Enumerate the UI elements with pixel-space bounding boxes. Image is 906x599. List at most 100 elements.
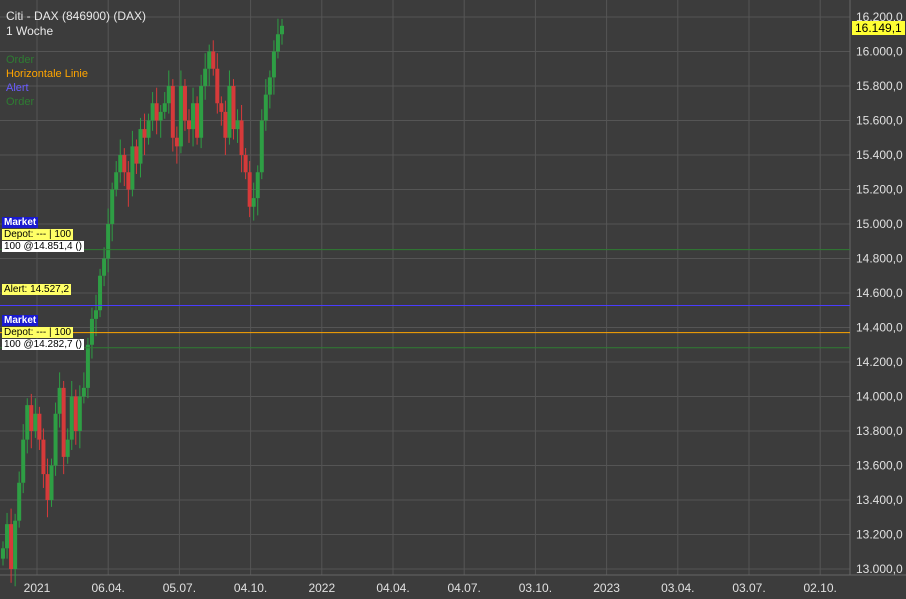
y-tick-label: 14.600,0 (856, 286, 903, 300)
candle-body (49, 465, 54, 500)
y-tick-label: 14.800,0 (856, 252, 903, 266)
candle-body (199, 86, 204, 138)
y-tick-label: 15.200,0 (856, 183, 903, 197)
candle-body (243, 155, 248, 173)
candle-body (247, 172, 252, 207)
candle-body (174, 137, 179, 147)
candle-body (142, 129, 147, 138)
legend-order-2[interactable]: Order (6, 96, 34, 108)
candle-body (207, 51, 212, 69)
candle-body (61, 387, 66, 457)
candle-body (195, 103, 200, 138)
candle-body (118, 155, 123, 173)
order-2-market-tag[interactable]: Market (2, 315, 39, 326)
candle-body (130, 146, 135, 190)
x-tick-label: 06.04. (92, 581, 125, 595)
candle-body (219, 103, 224, 112)
candle-body (223, 111, 228, 138)
x-tick-label: 04.07. (448, 581, 481, 595)
alert-tag[interactable]: Alert: 14.527,2 (2, 284, 72, 295)
y-axis: 16.200,016.000,015.800,015.600,015.400,0… (856, 10, 903, 576)
candle-body (259, 120, 264, 173)
candles (1, 18, 284, 587)
candle-body (29, 405, 34, 431)
candle-body (162, 103, 167, 112)
candle-body (106, 224, 111, 259)
y-tick-label: 16.000,0 (856, 45, 903, 59)
y-tick-label: 14.000,0 (856, 390, 903, 404)
candle-body (203, 68, 208, 86)
chart-title: Citi - DAX (846900) (DAX) (6, 9, 147, 23)
candle-body (126, 172, 131, 190)
candle-body (187, 120, 191, 130)
candle-body (138, 129, 143, 164)
y-tick-label: 15.800,0 (856, 79, 903, 93)
candle-body (5, 524, 10, 549)
candle-body (102, 258, 107, 276)
candle-body (227, 86, 232, 138)
x-tick-label: 03.07. (732, 581, 765, 595)
legend-alert[interactable]: Alert (6, 82, 29, 94)
legend-horizontal-line[interactable]: Horizontale Linie (6, 68, 88, 80)
candle-body (122, 155, 127, 173)
grid (0, 0, 906, 576)
y-tick-label: 13.400,0 (856, 493, 903, 507)
y-tick-label: 13.000,0 (856, 562, 903, 576)
candle-body (280, 25, 284, 35)
candle-body (170, 86, 175, 138)
candle-body (255, 172, 260, 199)
y-tick-label: 15.000,0 (856, 217, 903, 231)
candle-body (89, 318, 94, 345)
candle-body (178, 86, 183, 147)
x-tick-label: 02.10. (804, 581, 837, 595)
y-tick-label: 14.200,0 (856, 355, 903, 369)
candle-body (134, 146, 139, 164)
x-tick-label: 05.07. (163, 581, 196, 595)
legend-order[interactable]: Order (6, 54, 34, 66)
candle-body (17, 482, 22, 521)
candle-body (21, 439, 26, 483)
y-tick-label: 13.600,0 (856, 459, 903, 473)
y-tick-label: 15.400,0 (856, 148, 903, 162)
candle-body (146, 120, 151, 138)
y-tick-label: 13.800,0 (856, 424, 903, 438)
candle-body (235, 120, 240, 130)
x-tick-label: 2021 (24, 581, 51, 595)
candle-body (215, 68, 220, 104)
candle-body (65, 439, 70, 457)
candle-body (33, 413, 38, 431)
candle-body (9, 524, 14, 569)
candle-body (45, 474, 50, 500)
candle-body (41, 439, 46, 475)
chart-period: 1 Woche (6, 24, 54, 38)
candle-body (150, 103, 155, 121)
candle-body (57, 387, 62, 414)
candle-body (267, 77, 272, 95)
y-tick-label: 14.400,0 (856, 321, 903, 335)
candle-body (69, 396, 74, 440)
candle-body (110, 189, 115, 224)
order-2-order-tag[interactable]: 100 @14.282,7 () (2, 339, 84, 350)
candle-body (154, 103, 159, 121)
x-tick-label: 2023 (593, 581, 620, 595)
candle-body (114, 172, 119, 190)
order-1-order-tag[interactable]: 100 @14.851,4 () (2, 241, 84, 252)
x-tick-label: 04.04. (376, 581, 409, 595)
x-tick-label: 04.10. (234, 581, 267, 595)
candle-body (182, 86, 187, 121)
candle-body (263, 94, 268, 121)
order-1-depot-tag[interactable]: Depot: --- | 100 (2, 229, 74, 240)
candle-body (191, 103, 196, 130)
x-tick-label: 2022 (308, 581, 335, 595)
candle-body (85, 344, 90, 388)
candle-body (239, 120, 244, 155)
order-1-market-tag[interactable]: Market (2, 217, 39, 228)
candle-body (94, 310, 98, 319)
x-axis: 2021 06.04. 05.07. 04.10. 2022 04.04. 04.07. 03… (24, 581, 837, 595)
candle-body (231, 86, 236, 130)
candle-body (13, 520, 18, 569)
chart-canvas: 16.200,016.000,015.800,015.600,015.400,0… (0, 0, 906, 595)
last-price-tag: 16.149,1 (852, 21, 905, 35)
order-2-depot-tag[interactable]: Depot: --- | 100 (2, 327, 74, 338)
candle-body (53, 413, 58, 466)
